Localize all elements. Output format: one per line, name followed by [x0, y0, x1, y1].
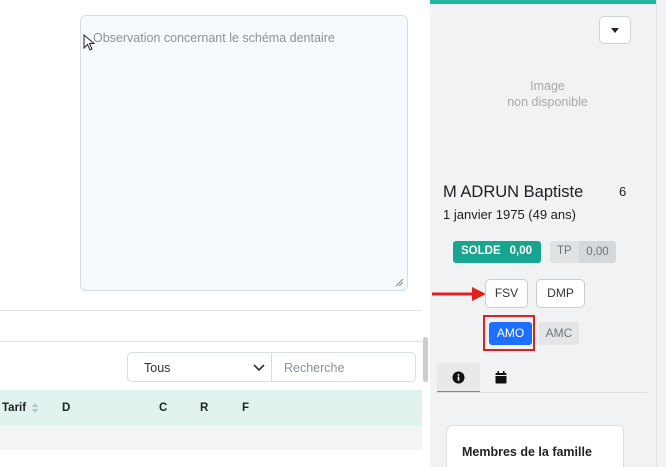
solde-badge: SOLDE 0,00	[453, 241, 541, 263]
red-arrow-annotation-icon	[432, 287, 486, 301]
column-header-d[interactable]: D	[62, 402, 70, 414]
column-header-r[interactable]: R	[200, 402, 208, 414]
table-row[interactable]	[0, 426, 422, 450]
app-root: Observation concernant le schéma dentair…	[0, 0, 666, 467]
filter-select[interactable]: Tous	[127, 352, 272, 382]
tab-divider	[437, 392, 647, 393]
patient-photo-placeholder: Image non disponible	[460, 78, 635, 110]
no-image-line1: Image	[530, 79, 565, 93]
column-header-f[interactable]: F	[242, 402, 249, 414]
scrollbar-track[interactable]	[422, 0, 428, 467]
search-input[interactable]: Recherche	[271, 352, 416, 382]
scrollbar-thumb[interactable]	[423, 337, 428, 382]
filter-select-value: Tous	[144, 361, 171, 375]
tab-info[interactable]	[437, 363, 480, 393]
chevron-down-icon	[253, 364, 265, 372]
patient-number: 6	[619, 184, 627, 199]
section-divider	[0, 341, 422, 342]
sort-icon[interactable]	[31, 402, 39, 414]
tp-label: TP	[557, 245, 572, 257]
panel-scrollbar[interactable]	[656, 0, 666, 467]
panel-dropdown-button[interactable]	[599, 16, 631, 44]
tp-value: 0,00	[579, 241, 616, 263]
amo-button[interactable]: AMO	[489, 322, 532, 345]
solde-value: 0,00	[509, 245, 532, 257]
no-image-line2: non disponible	[507, 95, 588, 109]
mouse-cursor-icon	[83, 34, 96, 51]
resize-handle-icon[interactable]	[395, 278, 404, 287]
accent-strip	[430, 0, 656, 4]
family-members-title: Membres de la famille	[462, 445, 592, 459]
observation-placeholder: Observation concernant le schéma dentair…	[93, 31, 335, 45]
observation-textarea[interactable]: Observation concernant le schéma dentair…	[80, 15, 408, 291]
fsv-button[interactable]: FSV	[485, 279, 528, 308]
dmp-button[interactable]: DMP	[536, 279, 585, 308]
table-header: Tarif D C R F	[0, 390, 422, 426]
caret-down-icon	[611, 28, 619, 33]
family-members-card: Membres de la famille	[446, 425, 624, 467]
search-placeholder: Recherche	[284, 361, 345, 375]
patient-panel	[430, 0, 666, 467]
patient-birthdate: 1 janvier 1975 (49 ans)	[443, 207, 576, 222]
tab-calendar[interactable]	[480, 363, 522, 393]
patient-name: M ADRUN Baptiste	[443, 183, 584, 201]
calendar-icon	[495, 371, 507, 384]
section-divider	[0, 310, 422, 311]
solde-label: SOLDE	[461, 245, 501, 257]
column-header-c[interactable]: C	[159, 402, 167, 414]
column-header-tarif[interactable]: Tarif	[2, 402, 26, 414]
info-icon	[452, 371, 465, 384]
tp-badge: TP 0,00	[550, 241, 616, 263]
amc-button[interactable]: AMC	[539, 322, 579, 345]
